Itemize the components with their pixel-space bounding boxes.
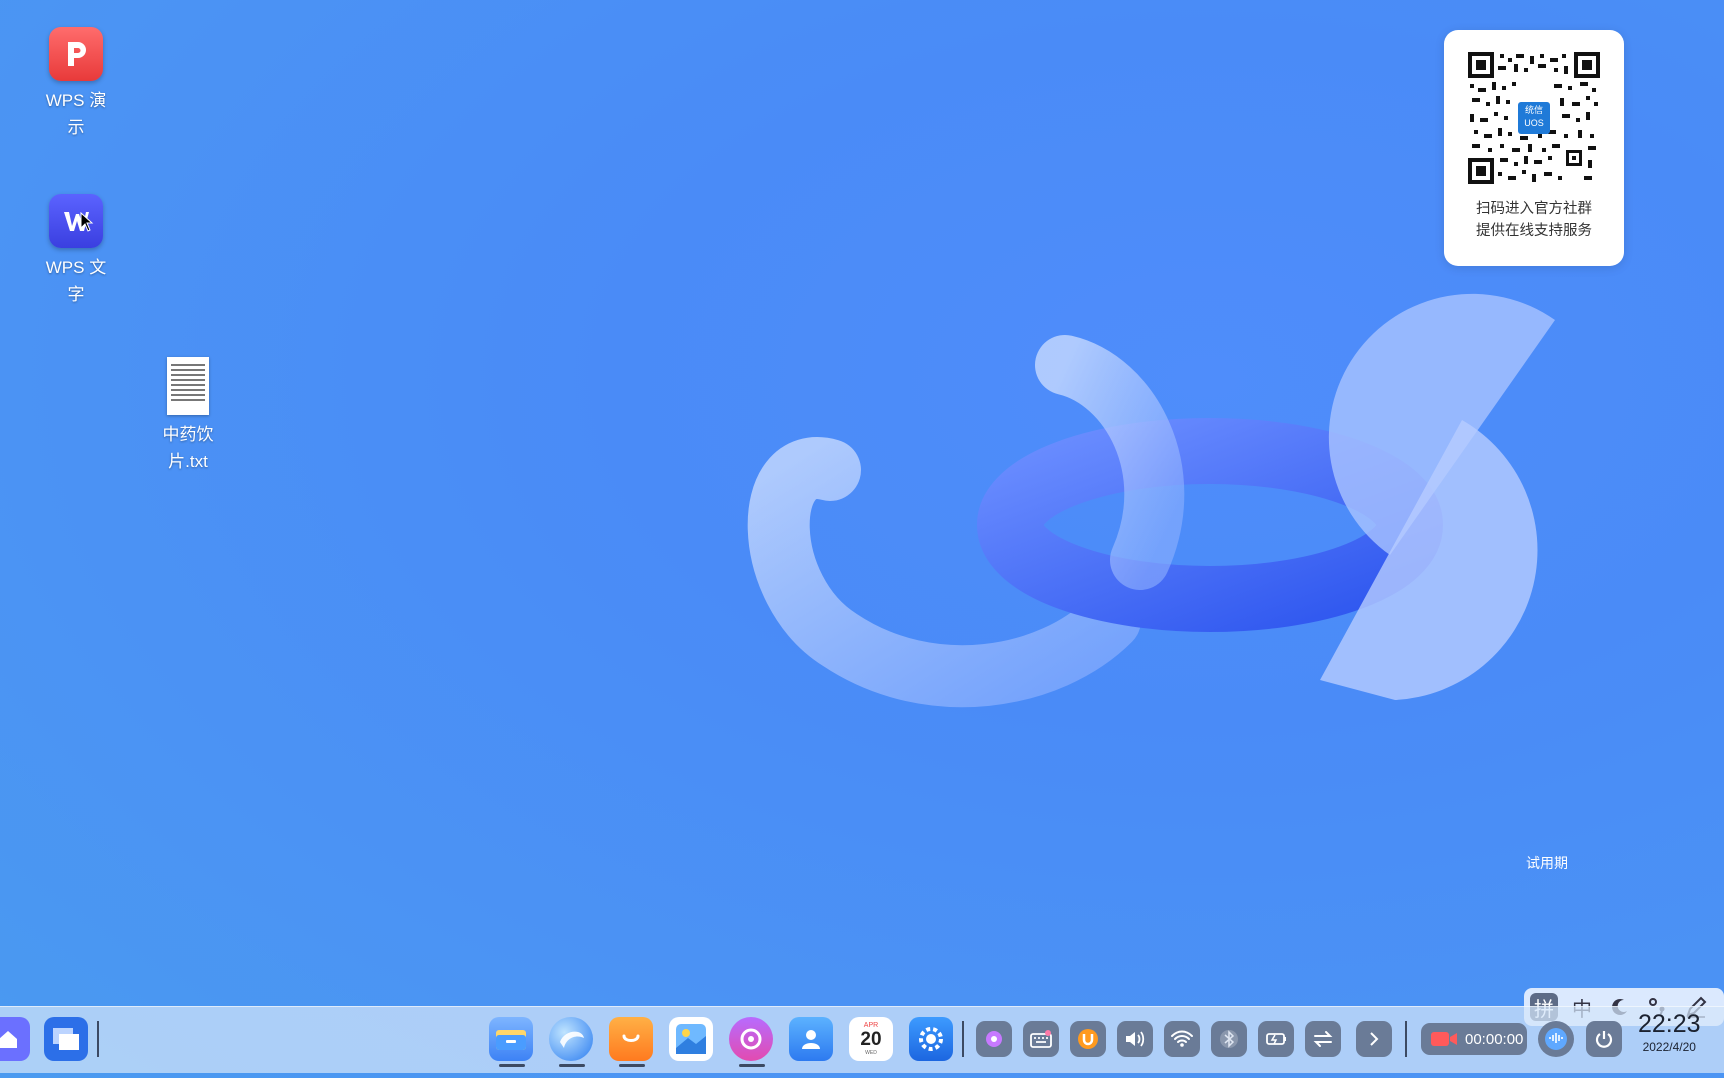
power-icon[interactable] <box>1586 1021 1622 1057</box>
chevron-right-icon[interactable] <box>1356 1021 1392 1057</box>
screen-recorder-widget[interactable]: 00:00:00 <box>1421 1023 1527 1055</box>
dock-separator <box>962 1021 964 1057</box>
desktop-icon-wps-writer[interactable]: WPS 文 字 <box>21 194 131 308</box>
assistant-icon[interactable] <box>1538 1021 1574 1057</box>
qr-card-line: 扫码进入官方社群 <box>1476 201 1592 217</box>
calendar-weekday: WED <box>865 1050 877 1056</box>
qr-code: 统信 UOS <box>1468 52 1600 184</box>
calendar-icon[interactable]: APR 20 WED <box>849 1017 893 1061</box>
running-indicator <box>559 1064 585 1067</box>
app-store-icon[interactable] <box>609 1017 653 1061</box>
mouse-cursor-icon <box>80 212 94 232</box>
qr-card-text: 扫码进入官方社群 提供在线支持服务 <box>1444 198 1624 242</box>
running-indicator <box>619 1064 645 1067</box>
battery-icon[interactable] <box>1258 1021 1294 1057</box>
datetime-widget[interactable]: 22:23 2022/4/20 <box>1638 1009 1701 1055</box>
image-viewer-icon[interactable] <box>669 1017 713 1061</box>
contacts-icon[interactable] <box>789 1017 833 1061</box>
desktop-icon-label: 片.txt <box>168 452 208 471</box>
uos-logo-icon: 统信 UOS <box>1524 105 1544 128</box>
desktop-icon-text-file[interactable]: 中药饮 片.txt <box>133 357 243 475</box>
switch-arrows-icon[interactable] <box>1305 1021 1341 1057</box>
recorder-time: 00:00:00 <box>1465 1030 1524 1048</box>
desktop-icon-label: 字 <box>67 285 85 304</box>
text-file-icon <box>167 357 209 415</box>
update-u-icon[interactable] <box>1070 1021 1106 1057</box>
running-indicator <box>739 1064 765 1067</box>
dock: APR 20 WED 00:00:00 22:23 2022/4/20 <box>0 1006 1724 1073</box>
file-manager-icon[interactable] <box>489 1017 533 1061</box>
calendar-day: 20 <box>860 1029 882 1050</box>
wps-presentation-icon <box>49 27 103 81</box>
desktop-icon-label: WPS 文 <box>45 258 107 277</box>
desktop-icon-label: 中药饮 <box>162 425 214 444</box>
volume-icon[interactable] <box>1117 1021 1153 1057</box>
wifi-icon[interactable] <box>1164 1021 1200 1057</box>
desktop-icon-label: WPS 演 <box>45 91 107 110</box>
qr-card-line: 提供在线支持服务 <box>1476 223 1592 239</box>
keyboard-icon[interactable] <box>1023 1021 1059 1057</box>
dock-separator <box>1405 1021 1407 1057</box>
dock-separator <box>97 1021 99 1057</box>
clock-date: 2022/4/20 <box>1642 1040 1696 1054</box>
bluetooth-icon[interactable] <box>1211 1021 1247 1057</box>
trial-period-label: 试用期 <box>1526 855 1568 871</box>
desktop: WPS 演 示 WPS 文 字 中药饮 片.txt 统信 UOS 扫码进入官方社… <box>0 0 1724 1078</box>
launcher-button[interactable] <box>0 1017 30 1061</box>
running-indicator <box>499 1064 525 1067</box>
tray-music-icon[interactable] <box>976 1021 1012 1057</box>
multitask-view-button[interactable] <box>44 1017 88 1061</box>
record-camera-icon <box>1431 1032 1457 1046</box>
music-player-icon[interactable] <box>729 1017 773 1061</box>
wps-writer-icon <box>49 194 103 248</box>
control-center-icon[interactable] <box>909 1017 953 1061</box>
browser-icon[interactable] <box>549 1017 593 1061</box>
qr-support-card[interactable]: 统信 UOS 扫码进入官方社群 提供在线支持服务 <box>1444 30 1624 266</box>
desktop-icon-wps-presentation[interactable]: WPS 演 示 <box>21 27 131 141</box>
clock-time: 22:23 <box>1638 1010 1701 1038</box>
desktop-icon-label: 示 <box>67 118 85 137</box>
